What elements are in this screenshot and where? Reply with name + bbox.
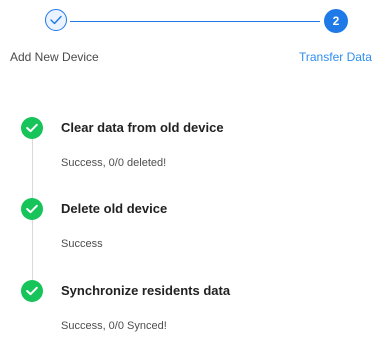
step-1-label: Add New Device: [10, 50, 99, 64]
task-status: Success: [61, 238, 103, 250]
stepper: 2 Add New Device Transfer Data: [0, 0, 374, 70]
step-2-active-indicator: 2: [324, 9, 348, 33]
step-2-label: Transfer Data: [299, 50, 372, 64]
check-circle-icon: [21, 280, 43, 302]
task-title: Clear data from old device: [61, 120, 224, 135]
check-circle-icon: [21, 198, 43, 220]
check-icon: [50, 15, 62, 25]
task-title: Synchronize residents data: [61, 283, 231, 298]
task-status: Success, 0/0 deleted!: [61, 157, 167, 169]
transfer-device-panel: 2 Add New Device Transfer Data Clear dat…: [0, 0, 374, 338]
task-title: Delete old device: [61, 201, 168, 216]
stepper-connector-line: [70, 21, 320, 22]
check-circle-icon: [21, 117, 43, 139]
task-status: Success, 0/0 Synced!: [61, 320, 167, 332]
step-1-completed-indicator: [45, 9, 67, 31]
